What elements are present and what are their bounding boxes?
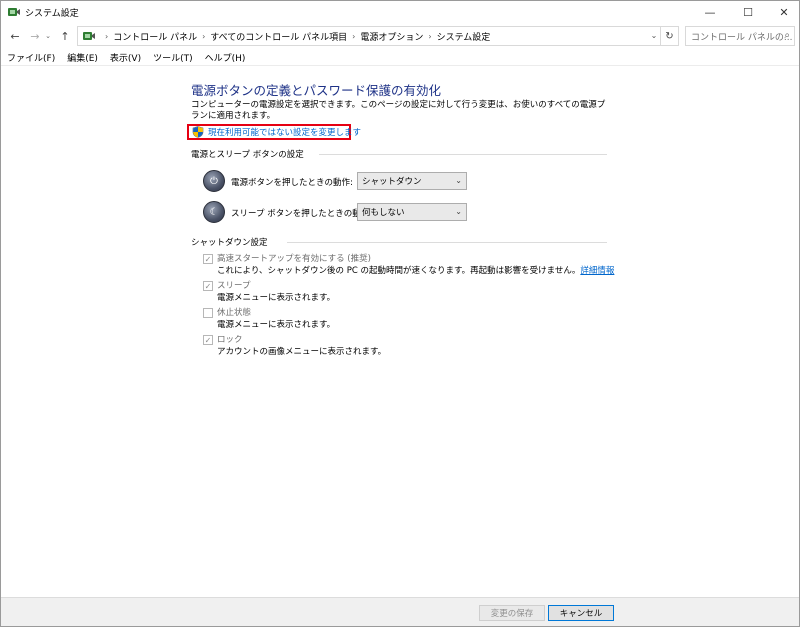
back-button[interactable]: ←	[7, 27, 23, 45]
search-input[interactable]: コントロール パネルの... ⌕	[685, 26, 795, 46]
change-settings-link-text[interactable]: 現在利用可能ではない設定を変更します	[208, 126, 361, 138]
menu-edit[interactable]: 編集(E)	[67, 51, 98, 64]
breadcrumb-all-items[interactable]: すべてのコントロール パネル項目	[210, 30, 347, 43]
menu-tools[interactable]: ツール(T)	[153, 51, 193, 64]
breadcrumb-separator: ›	[202, 31, 206, 41]
minimize-button[interactable]: —	[693, 1, 727, 23]
address-bar[interactable]: › コントロール パネル › すべてのコントロール パネル項目 › 電源オプショ…	[77, 26, 661, 46]
sleep-button-action-select[interactable]: 何もしない ⌄	[357, 203, 467, 221]
forward-button[interactable]: →	[27, 27, 43, 45]
more-info-link[interactable]: 詳細情報	[580, 266, 614, 276]
sleep-button-row: ☾ スリープ ボタンを押したときの動作: 何もしない ⌄	[203, 201, 467, 223]
save-changes-button[interactable]: 変更の保存	[479, 605, 545, 621]
window-title: システム設定	[25, 9, 79, 19]
search-icon: ⌕	[784, 30, 790, 41]
breadcrumb-separator: ›	[105, 31, 109, 41]
hibernate-description: 電源メニューに表示されます。	[217, 320, 336, 330]
sleep-button-label: スリープ ボタンを押したときの動作:	[231, 209, 373, 219]
up-button[interactable]: ↑	[57, 27, 73, 45]
power-section-divider	[319, 154, 607, 155]
breadcrumb-separator: ›	[428, 31, 432, 41]
lock-checkbox[interactable]: ✓	[203, 335, 213, 345]
menu-view[interactable]: 表示(V)	[110, 51, 141, 64]
footer-bar: 変更の保存 キャンセル	[1, 597, 799, 626]
page-title: 電源ボタンの定義とパスワード保護の有効化	[191, 83, 442, 98]
power-button-action-value: シャットダウン	[362, 177, 422, 187]
shutdown-section-divider	[287, 242, 607, 243]
refresh-button[interactable]: ↻	[661, 26, 679, 46]
power-section-title: 電源とスリープ ボタンの設定	[191, 150, 304, 160]
title-bar: システム設定 — ☐ ✕	[1, 1, 799, 23]
fast-startup-option: ✓ 高速スタートアップを有効にする (推奨) これにより、シャットダウン後の P…	[203, 253, 614, 277]
recent-locations-button[interactable]: ⌄	[43, 27, 53, 45]
fast-startup-label: 高速スタートアップを有効にする (推奨)	[217, 254, 371, 264]
breadcrumb-control-panel[interactable]: コントロール パネル	[113, 30, 197, 43]
sleep-description: 電源メニューに表示されます。	[217, 293, 336, 303]
cancel-button[interactable]: キャンセル	[548, 605, 614, 621]
breadcrumb-separator: ›	[352, 31, 356, 41]
lock-option: ✓ ロック アカウントの画像メニューに表示されます。	[203, 334, 386, 358]
power-button-label: 電源ボタンを押したときの動作:	[231, 178, 353, 188]
power-options-icon	[8, 8, 20, 16]
control-panel-icon	[83, 32, 95, 40]
hibernate-option: 休止状態 電源メニューに表示されます。	[203, 307, 335, 331]
navigation-bar: ← → ⌄ ↑ › コントロール パネル › すべてのコントロール パネル項目 …	[1, 25, 799, 47]
main-content: 電源ボタンの定義とパスワード保護の有効化 コンピューターの電源設定を選択できます…	[1, 65, 799, 597]
sleep-button-icon: ☾	[203, 201, 225, 223]
chevron-down-icon: ⌄	[455, 176, 462, 185]
chevron-down-icon: ⌄	[455, 207, 462, 216]
power-button-icon: ⏻	[203, 170, 225, 192]
sleep-button-action-value: 何もしない	[362, 208, 405, 218]
menu-file[interactable]: ファイル(F)	[7, 51, 55, 64]
uac-shield-icon	[192, 126, 204, 138]
shutdown-section-title: シャットダウン設定	[191, 238, 268, 248]
sleep-label: スリープ	[217, 281, 251, 291]
lock-label: ロック	[217, 335, 243, 345]
lock-description: アカウントの画像メニューに表示されます。	[217, 347, 387, 357]
sleep-checkbox[interactable]: ✓	[203, 281, 213, 291]
power-button-action-select[interactable]: シャットダウン ⌄	[357, 172, 467, 190]
search-placeholder: コントロール パネルの...	[691, 32, 793, 43]
fast-startup-description: これにより、シャットダウン後の PC の起動時間が速くなります。再起動は影響を受…	[217, 266, 615, 276]
menu-bar: ファイル(F) 編集(E) 表示(V) ツール(T) ヘルプ(H)	[1, 49, 799, 65]
address-dropdown-button[interactable]: ⌄	[647, 26, 661, 44]
breadcrumb-power-options[interactable]: 電源オプション	[360, 30, 423, 43]
maximize-button[interactable]: ☐	[731, 1, 765, 23]
sleep-option: ✓ スリープ 電源メニューに表示されます。	[203, 280, 335, 304]
page-description: コンピューターの電源設定を選択できます。このページの設定に対して行う変更は、お使…	[191, 100, 606, 121]
change-unavailable-settings-link[interactable]: 現在利用可能ではない設定を変更します	[187, 124, 361, 140]
menu-help[interactable]: ヘルプ(H)	[205, 51, 246, 64]
breadcrumb-system-settings[interactable]: システム設定	[437, 30, 491, 43]
power-button-row: ⏻ 電源ボタンを押したときの動作: シャットダウン ⌄	[203, 170, 467, 192]
system-settings-window: システム設定 — ☐ ✕ ← → ⌄ ↑ › コントロール パネル › すべての…	[0, 0, 800, 627]
hibernate-checkbox[interactable]	[203, 308, 213, 318]
fast-startup-checkbox[interactable]: ✓	[203, 254, 213, 264]
close-button[interactable]: ✕	[767, 1, 800, 23]
hibernate-label: 休止状態	[217, 308, 252, 318]
